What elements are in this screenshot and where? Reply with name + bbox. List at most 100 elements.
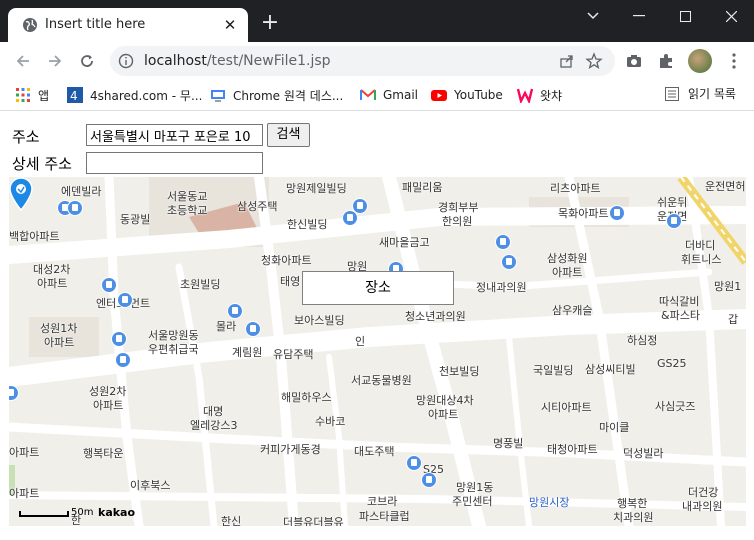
- bookmark-watcha[interactable]: 왓챠: [517, 85, 562, 105]
- detail-address-input[interactable]: [86, 152, 263, 174]
- extensions-icon[interactable]: [657, 52, 675, 70]
- map-place-label[interactable]: 휘트니스: [681, 251, 721, 267]
- reading-list[interactable]: 읽기 목록: [664, 85, 736, 102]
- bus-stop-icon[interactable]: [666, 213, 682, 229]
- map-place-label[interactable]: 백합아파트: [9, 228, 60, 244]
- map-place-label[interactable]: 삼우캐슬: [552, 302, 592, 318]
- map-place-label[interactable]: 아파트: [9, 444, 39, 460]
- map-place-label[interactable]: 삼성씨티빌: [585, 361, 636, 377]
- bus-stop-icon[interactable]: [495, 234, 511, 250]
- bookmark-chrome-remote[interactable]: Chrome 원격 데스...: [210, 85, 343, 105]
- bus-stop-icon[interactable]: [421, 472, 437, 488]
- map-place-label[interactable]: 파스타클럽: [359, 508, 410, 524]
- bus-stop-icon[interactable]: [117, 292, 133, 308]
- back-button[interactable]: [10, 48, 36, 74]
- map-place-label[interactable]: 아파트: [93, 397, 123, 413]
- map-place-label[interactable]: 시티아파트: [541, 399, 592, 415]
- bus-stop-icon[interactable]: [501, 254, 517, 270]
- map-place-label[interactable]: 한의원: [442, 213, 472, 229]
- bus-stop-icon[interactable]: [111, 331, 127, 347]
- map-place-label[interactable]: GS25: [657, 357, 687, 370]
- profile-avatar[interactable]: [688, 49, 712, 73]
- bus-stop-icon[interactable]: [115, 352, 131, 368]
- bus-stop-icon[interactable]: [101, 277, 117, 293]
- browser-tab[interactable]: Insert title here ✕: [8, 8, 248, 42]
- map-place-label[interactable]: 목화아파트: [558, 205, 609, 221]
- map[interactable]: 에덴빌라 서울동교 초등학교 삼성주택 망원제일빌딩 한신빌딩 패밀리움 경희부부 한의원 새마을…: [9, 177, 746, 526]
- map-place-label[interactable]: 아파트: [9, 485, 39, 501]
- map-place-label[interactable]: 태청아파트: [547, 441, 598, 457]
- address-input[interactable]: 서울특별시 마포구 포은로 10: [86, 124, 263, 146]
- map-place-label[interactable]: 초등학교: [167, 202, 207, 218]
- map-place-label[interactable]: 몰라: [216, 318, 236, 334]
- bookmark-star-icon[interactable]: [585, 52, 603, 70]
- map-place-label[interactable]: 더블유더블유: [283, 514, 344, 526]
- bus-stop-icon[interactable]: [352, 198, 368, 214]
- map-place-label[interactable]: &파스타: [661, 307, 700, 323]
- map-place-label[interactable]: 계림원: [232, 344, 262, 360]
- new-tab-button[interactable]: +: [258, 12, 282, 36]
- map-place-label[interactable]: 덕성빌라: [623, 445, 663, 461]
- map-place-label[interactable]: 행복타운: [83, 445, 123, 461]
- map-place-label[interactable]: 코브라: [367, 493, 397, 509]
- map-place-label[interactable]: 초원빌딩: [180, 276, 220, 292]
- map-place-label[interactable]: 리츠아파트: [550, 180, 601, 196]
- map-place-label[interactable]: 아파트: [44, 334, 74, 350]
- map-place-label[interactable]: 새마을금고: [379, 234, 430, 250]
- map-place-label[interactable]: 삼성주택: [237, 198, 277, 214]
- bus-stop-icon[interactable]: [245, 321, 261, 337]
- map-place-label[interactable]: 유담주택: [273, 346, 313, 362]
- info-icon[interactable]: [118, 53, 134, 69]
- map-place-label[interactable]: 사심긋즈: [655, 398, 695, 414]
- map-place-label[interactable]: 주민센터: [452, 493, 492, 509]
- map-place-label[interactable]: 명풍빌: [493, 435, 523, 451]
- maximize-icon[interactable]: [662, 0, 708, 32]
- map-place-label[interactable]: 서교동물병원: [351, 372, 412, 388]
- close-window-icon[interactable]: [708, 0, 754, 32]
- bus-stop-icon[interactable]: [609, 205, 625, 221]
- map-place-label[interactable]: 천보빌딩: [439, 363, 479, 379]
- bus-stop-icon[interactable]: [227, 303, 243, 319]
- tab-close-icon[interactable]: ✕: [220, 15, 240, 35]
- tab-search-icon[interactable]: [570, 0, 616, 32]
- map-place-label[interactable]: 망원1: [714, 278, 741, 294]
- map-place-label[interactable]: 이후북스: [130, 477, 170, 493]
- minimize-icon[interactable]: [616, 0, 662, 32]
- bookmark-youtube[interactable]: YouTube: [431, 85, 503, 105]
- map-place-label[interactable]: 운전면허: [705, 178, 745, 194]
- map-place-label[interactable]: 태영: [280, 273, 300, 289]
- forward-button[interactable]: [42, 48, 68, 74]
- map-place-label[interactable]: 인: [355, 333, 365, 349]
- map-place-label[interactable]: 아파트: [428, 406, 458, 422]
- bookmark-apps[interactable]: 앱: [15, 85, 49, 105]
- map-place-label[interactable]: 한신빌딩: [287, 216, 327, 232]
- map-place-label[interactable]: 갑: [728, 311, 738, 327]
- map-place-label[interactable]: 청소년과의원: [405, 308, 466, 324]
- map-place-label[interactable]: 하심정: [627, 332, 657, 348]
- map-place-label[interactable]: 수바코: [315, 413, 345, 429]
- map-place-label[interactable]: 커피가게동경: [260, 441, 321, 457]
- address-bar[interactable]: localhost/test/NewFile1.jsp: [110, 46, 615, 76]
- map-place-label[interactable]: 아파트: [37, 275, 67, 291]
- map-place-label[interactable]: 청화아파트: [261, 252, 312, 268]
- map-place-label[interactable]: 해밀하우스: [281, 389, 332, 405]
- map-pin-icon[interactable]: [9, 177, 33, 211]
- share-icon[interactable]: [559, 53, 575, 69]
- map-place-label[interactable]: 한신: [221, 513, 241, 526]
- map-place-label[interactable]: 망원시장: [529, 494, 569, 510]
- bus-stop-icon[interactable]: [406, 455, 422, 471]
- map-place-label[interactable]: 망원제일빌딩: [286, 180, 347, 196]
- reload-button[interactable]: [74, 48, 100, 74]
- map-place-label[interactable]: 국일빌딩: [533, 362, 573, 378]
- bookmark-4shared[interactable]: 4 4shared.com - 무...: [67, 85, 202, 105]
- more-menu-icon[interactable]: [725, 52, 743, 70]
- map-place-label[interactable]: 정내과의원: [476, 279, 527, 295]
- map-place-label[interactable]: 보아스빌딩: [294, 312, 345, 328]
- map-place-label[interactable]: 동광빌: [120, 211, 150, 227]
- map-place-label[interactable]: 대도주택: [354, 443, 394, 459]
- map-place-label[interactable]: 마이클: [599, 419, 629, 435]
- map-place-label[interactable]: 내과의원: [682, 498, 722, 514]
- map-place-label[interactable]: 에덴빌라: [61, 183, 101, 199]
- camera-icon[interactable]: [625, 52, 643, 70]
- map-place-label[interactable]: 치과의원: [613, 509, 653, 525]
